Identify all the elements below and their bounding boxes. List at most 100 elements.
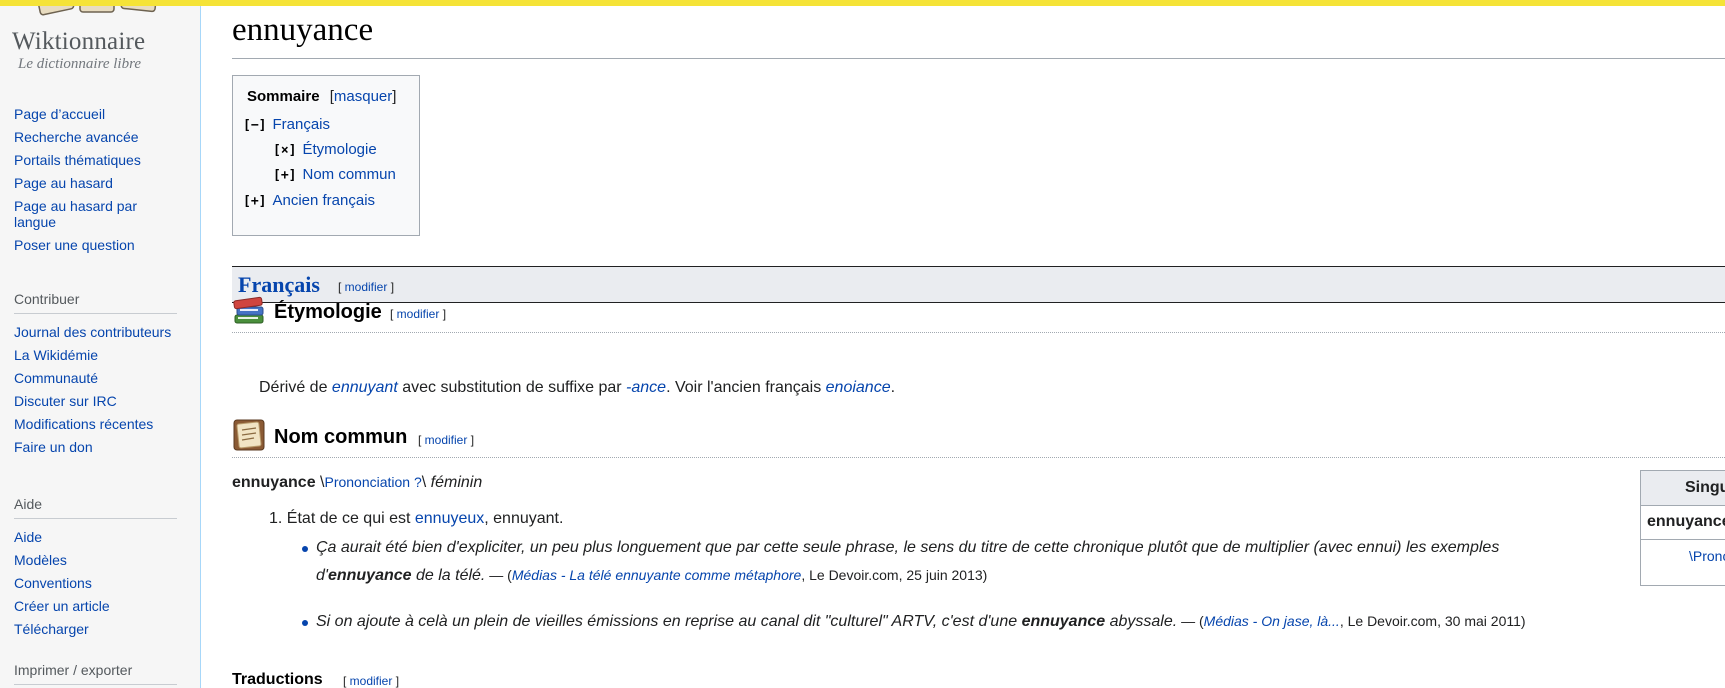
edit-bracket-close: ] — [392, 674, 400, 688]
nav-communaute[interactable]: Communauté — [14, 370, 177, 386]
example-1-text: de la télé. — [411, 567, 486, 584]
example-1-headword: ennuyance — [327, 567, 412, 584]
edit-section-nom-commun: [ modifier ] — [418, 433, 474, 447]
toc-expand-toggle[interactable]: [+] — [273, 168, 296, 183]
nav-portails[interactable]: Portails thématiques — [14, 152, 177, 168]
etymology-text-part: avec substitution de suffixe par — [397, 379, 627, 396]
noun-title: Nom commun — [274, 426, 408, 448]
nav-conventions[interactable]: Conventions — [14, 575, 177, 591]
definition-number: 1. — [269, 510, 283, 527]
edit-bracket-close: ] — [467, 433, 475, 447]
example-2-text: Si on ajoute à celà un plein de vieilles… — [316, 613, 1022, 630]
inflection-row-form: ennuyance — [1641, 505, 1725, 540]
etymology-link-ance[interactable]: -ance — [626, 379, 666, 396]
translations-title: Traductions — [232, 671, 323, 688]
nav-page-accueil[interactable]: Page d’accueil — [14, 106, 177, 122]
toc-item-nom-commun: [+] Nom commun — [273, 166, 396, 183]
example-1-line-1: Ça aurait été bien d'expliciter, un peu … — [316, 539, 1500, 556]
inflection-header-singulier: Singulier — [1685, 479, 1725, 496]
nav-modifications[interactable]: Modifications récentes — [14, 416, 177, 432]
toc-toggle[interactable]: [masquer] — [330, 88, 397, 105]
noun-header: Nom commun [ modifier ] — [232, 418, 1725, 458]
example-2-source-rest: , Le Devoir.com, 30 mai 2011) — [1339, 613, 1526, 629]
example-1-source-link[interactable]: Médias - La télé ennuyante comme métapho… — [512, 567, 802, 583]
etymology-header: Étymologie [ modifier ] — [232, 293, 1725, 333]
logo-title: Wiktionnaire — [12, 28, 146, 55]
etymology-link-enoiance[interactable]: enoiance — [826, 379, 891, 396]
main-content: ennuyance Sommaire [masquer] [−] Français… — [201, 6, 1725, 688]
nav-poser-question[interactable]: Poser une question — [14, 237, 177, 253]
pronunciation-link[interactable]: Prononciation ? — [324, 474, 421, 490]
nav-heading-aide: Aide — [14, 496, 177, 519]
example-1-source-rest: , Le Devoir.com, 25 juin 2013) — [801, 567, 988, 583]
example-2: Si on ajoute à celà un plein de vieilles… — [316, 613, 1526, 631]
nav-recherche-avancee[interactable]: Recherche avancée — [14, 129, 177, 145]
pron-close: \ — [421, 474, 431, 491]
example-2-headword: ennuyance — [1021, 613, 1106, 630]
edit-bracket-close: ] — [439, 307, 447, 321]
logo-tiles-icon — [35, 6, 158, 16]
edit-section-traductions: [ modifier ] — [343, 674, 399, 688]
inflection-row-pron: \Prononciation ?\ — [1641, 539, 1725, 573]
nav-creer-article[interactable]: Créer un article — [14, 598, 177, 614]
edit-link[interactable]: modifier — [397, 307, 440, 321]
etymology-text-part: . — [890, 379, 896, 396]
toc-title: Sommaire — [247, 88, 320, 105]
etymology-text-part: Dérivé de — [259, 379, 332, 396]
nav-journal[interactable]: Journal des contributeurs — [14, 324, 177, 340]
edit-section-etymologie: [ modifier ] — [390, 307, 446, 321]
logo-subtitle: Le dictionnaire libre — [18, 56, 142, 72]
example-2-text: abyssale. — [1105, 613, 1178, 630]
nav-heading-imprimer: Imprimer / exporter — [14, 662, 177, 685]
etymology-text-part: . Voir l'ancien français — [666, 379, 826, 396]
edit-bracket-open: [ — [418, 433, 425, 447]
site-logo[interactable]: Wiktionnaire Le dictionnaire libre — [8, 6, 173, 76]
nav-irc[interactable]: Discuter sur IRC — [14, 393, 177, 409]
etymology-link-ennuyant[interactable]: ennuyant — [332, 379, 398, 396]
example-2-source-link[interactable]: Médias - On jase, là... — [1204, 613, 1340, 629]
nav-heading-contribuer: Contribuer — [14, 291, 177, 314]
edit-section-francais: [ modifier ] — [338, 280, 394, 294]
toc-expand-toggle[interactable]: [+] — [243, 194, 266, 209]
definition-link-ennuyeux[interactable]: ennuyeux — [415, 510, 484, 527]
edit-link[interactable]: modifier — [345, 280, 388, 294]
nav-help: Aide Aide Modèles Conventions Créer un a… — [14, 496, 177, 644]
edit-bracket-close: ] — [387, 280, 395, 294]
headword-line: ennuyance \Prononciation ?\ féminin — [232, 474, 482, 492]
toc-toggle-link[interactable]: masquer — [334, 88, 392, 105]
toc-link-ancien-francais[interactable]: Ancien français — [272, 192, 375, 209]
title-divider — [232, 58, 1725, 59]
toc-link-etymologie[interactable]: Étymologie — [302, 141, 376, 158]
nav-wikidemie[interactable]: La Wikidémie — [14, 347, 177, 363]
nav-don[interactable]: Faire un don — [14, 439, 177, 455]
inflection-form: ennuyance — [1647, 513, 1725, 530]
toc-link-francais[interactable]: Français — [272, 116, 330, 133]
toc-collapse-toggle[interactable]: [−] — [243, 118, 266, 133]
nav-telecharger[interactable]: Télécharger — [14, 621, 177, 637]
etymology-text: Dérivé de ennuyant avec substitution de … — [259, 379, 895, 397]
example-1-line-2: d'ennuyance de la télé. — (Médias - La t… — [316, 567, 987, 585]
sidebar: Wiktionnaire Le dictionnaire libre Page … — [0, 6, 201, 688]
nav-modeles[interactable]: Modèles — [14, 552, 177, 568]
toc-item-etymologie: [×] Étymologie — [273, 141, 377, 158]
example-1-source-open: — ( — [485, 567, 512, 583]
edit-link[interactable]: modifier — [425, 433, 468, 447]
page-title: ennuyance — [232, 12, 374, 48]
bullet — [302, 620, 308, 626]
example-1-text: d' — [316, 567, 328, 584]
edit-bracket-open: [ — [338, 280, 345, 294]
edit-bracket-open: [ — [343, 674, 350, 688]
nav-print: Imprimer / exporter — [14, 662, 177, 688]
definition-text: État de ce qui est — [286, 510, 415, 527]
toc-link-nom-commun[interactable]: Nom commun — [302, 166, 395, 183]
edit-bracket-open: [ — [390, 307, 397, 321]
nav-page-hasard[interactable]: Page au hasard — [14, 175, 177, 191]
inflection-pronunciation-link[interactable]: \Prononciation ?\ — [1689, 548, 1725, 564]
bullet — [302, 546, 308, 552]
inflection-table: Singulier ennuyance \Prononciation ?\ — [1640, 470, 1725, 586]
edit-link[interactable]: modifier — [350, 674, 393, 688]
nav-contribute: Contribuer Journal des contributeurs La … — [14, 291, 177, 462]
toc-collapse-toggle[interactable]: [×] — [273, 143, 296, 158]
nav-aide[interactable]: Aide — [14, 529, 177, 545]
nav-page-hasard-langue[interactable]: Page au hasard par langue — [14, 198, 177, 230]
